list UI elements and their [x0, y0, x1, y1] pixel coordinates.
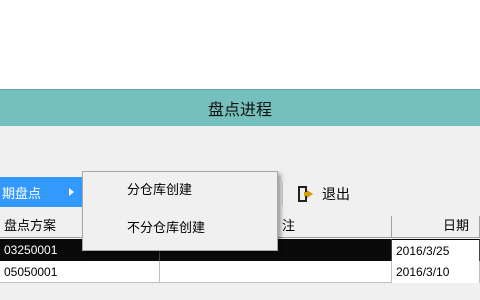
menu-item-period-count[interactable]: 期盘点 [0, 177, 82, 207]
column-header-date[interactable]: 日期 [392, 216, 480, 238]
window-title-bar: 盘点进程 [0, 89, 480, 127]
create-submenu: 分仓库创建 不分仓库创建 [82, 171, 278, 251]
cell-date: 2016/3/10 [392, 261, 480, 283]
submenu-item-label: 分仓库创建 [127, 183, 193, 198]
exit-door-icon [298, 186, 313, 202]
submenu-item-label: 不分仓库创建 [127, 221, 206, 236]
menu-item-label: 期盘点 [2, 186, 42, 202]
submenu-item-create-by-warehouse[interactable]: 分仓库创建 [83, 176, 277, 206]
submenu-item-create-without-warehouse[interactable]: 不分仓库创建 [83, 214, 277, 244]
toolbar-separator [282, 182, 284, 206]
cell-plan: 05050001 [0, 261, 160, 283]
submenu-arrow-icon [69, 188, 74, 196]
window-title: 盘点进程 [207, 100, 272, 119]
exit-button[interactable]: 退出 [296, 181, 350, 207]
cell-date: 2016/3/25 [392, 239, 480, 261]
table-row[interactable]: 05050001 2016/3/10 [0, 261, 480, 283]
cell-note [160, 261, 392, 283]
exit-label: 退出 [322, 187, 350, 203]
